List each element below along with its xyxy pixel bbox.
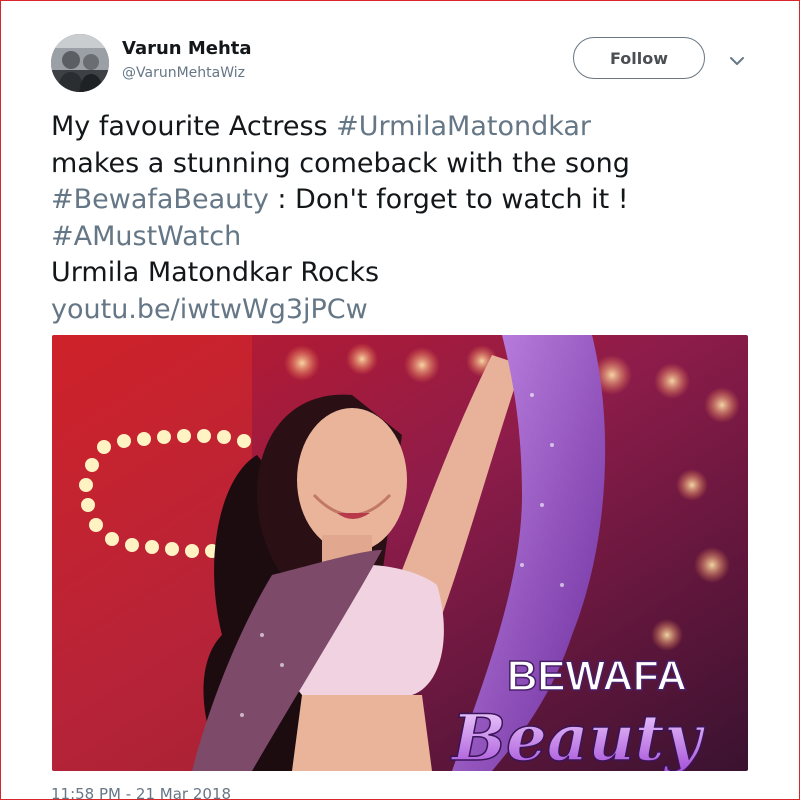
tweet-line-3: #BewafaBeauty : Don't forget to watch it… — [51, 182, 771, 219]
tweet-text-segment: : Don't forget to watch it ! — [268, 184, 629, 215]
avatar[interactable] — [51, 34, 109, 92]
chevron-down-icon[interactable] — [727, 51, 747, 71]
tweet-line-5: Urmila Matondkar Rocks — [51, 257, 380, 288]
media-title-word2: Beauty — [450, 701, 705, 771]
hashtag-link[interactable]: #BewafaBeauty — [51, 184, 269, 215]
tweet-text-segment: My favourite Actress — [51, 111, 337, 142]
user-name[interactable]: Varun Mehta — [122, 38, 252, 59]
hashtag-link[interactable]: #UrmilaMatondkar — [336, 111, 591, 142]
media-title-word1: BEWAFA — [507, 652, 687, 699]
tweet-timestamp[interactable]: 11:58 PM - 21 Mar 2018 — [51, 785, 231, 803]
tweet-text: My favourite Actress #UrmilaMatondkar ma… — [51, 109, 771, 328]
follow-button[interactable]: Follow — [573, 37, 705, 79]
avatar-photo — [51, 34, 109, 92]
tweet-line-1: My favourite Actress #UrmilaMatondkar — [51, 109, 771, 146]
media-image[interactable]: BEWAFA Beauty — [52, 335, 748, 771]
user-handle[interactable]: @VarunMehtaWiz — [122, 65, 245, 81]
media-photo: BEWAFA Beauty — [52, 335, 748, 771]
tweet-line-2: makes a stunning comeback with the song — [51, 147, 630, 179]
tweet-line-4: #AMustWatch — [51, 219, 771, 256]
youtube-link[interactable]: youtu.be/iwtwWg3jPCw — [51, 292, 771, 329]
tweet-card: Varun Mehta @VarunMehtaWiz Follow My fav… — [0, 0, 800, 803]
hashtag-link[interactable]: #AMustWatch — [51, 221, 241, 252]
